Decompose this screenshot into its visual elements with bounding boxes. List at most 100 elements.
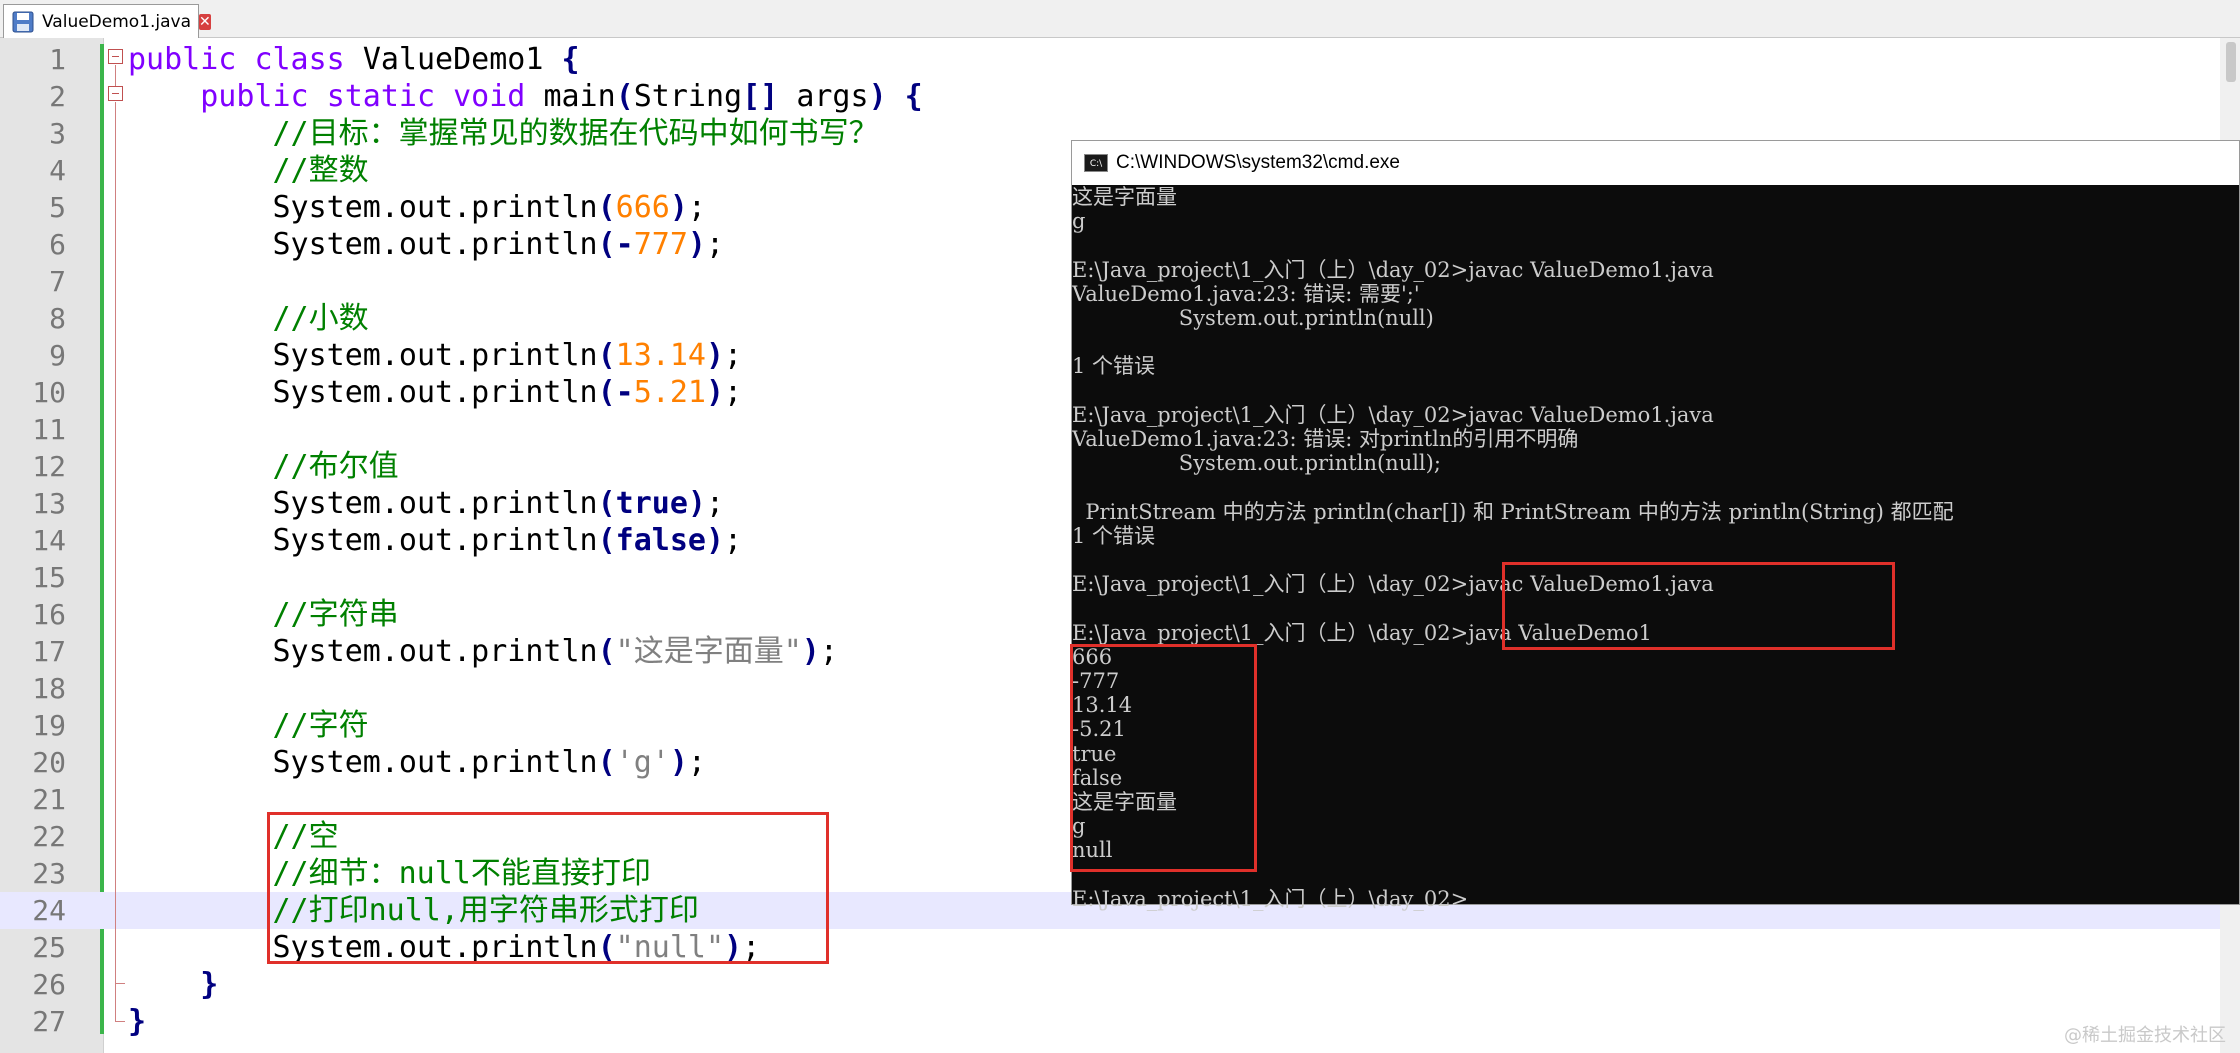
fold-line: [115, 102, 116, 1021]
code-token: System.out.println: [128, 634, 598, 669]
line-number: 10: [32, 376, 66, 409]
line-number: 7: [49, 265, 66, 298]
code-token: main: [543, 79, 616, 114]
line-number: 21: [32, 783, 66, 816]
code-token: //目标：掌握常见的数据在代码中如何书写？: [272, 116, 879, 151]
code-text: }: [128, 966, 218, 1003]
line-number: 19: [32, 709, 66, 742]
code-token: //字符串: [272, 597, 399, 632]
line-number: 26: [32, 968, 66, 1001]
line-number: 12: [32, 450, 66, 483]
code-text: System.out.println('g');: [128, 744, 706, 781]
line-number: 3: [49, 117, 66, 150]
code-token: String: [633, 79, 743, 114]
line-number: 22: [32, 820, 66, 853]
code-token: 777: [633, 227, 688, 262]
cmd-window-title: C:\WINDOWS\system32\cmd.exe: [1116, 152, 1400, 173]
line-number: 11: [32, 413, 66, 446]
file-tab[interactable]: ValueDemo1.java ✕: [3, 4, 211, 38]
code-token: ;: [687, 190, 706, 225]
code-line[interactable]: 1 public class ValueDemo1 {: [0, 41, 2240, 78]
code-token: ): [687, 486, 706, 521]
line-number: 9: [49, 339, 66, 372]
close-icon[interactable]: ✕: [199, 13, 211, 30]
tab-bar: ValueDemo1.java ✕: [0, 0, 2240, 38]
code-token: //布尔值: [272, 449, 399, 484]
code-text: //布尔值: [128, 448, 399, 485]
cmd-line: ValueDemo1.java:23: 错误: 需要';': [1072, 281, 1420, 306]
code-token: []: [742, 79, 797, 114]
line-number: 5: [49, 191, 66, 224]
code-token: ): [687, 227, 706, 262]
fold-line: [115, 65, 116, 86]
code-token: ValueDemo1: [362, 42, 562, 77]
code-token: System.out.println: [128, 375, 598, 410]
code-token: System.out.println: [128, 338, 598, 373]
highlight-box-commands: [1502, 562, 1895, 650]
code-token: (: [597, 634, 616, 669]
line-number: 13: [32, 487, 66, 520]
code-token: System.out.println: [128, 486, 598, 521]
code-token: System.out.println: [128, 227, 598, 262]
scrollbar-thumb[interactable]: [2226, 42, 2236, 82]
cmd-line: ValueDemo1.java:23: 错误: 对println的引用不明确: [1072, 427, 1579, 451]
fold-end-marker: [115, 983, 125, 984]
save-disk-icon: [12, 11, 34, 33]
cmd-window[interactable]: C:\ C:\WINDOWS\system32\cmd.exe 这是字面量 g E:…: [1070, 140, 2240, 911]
cmd-line: 这是字面量: [1072, 185, 1177, 209]
code-line[interactable]: 26 }: [0, 966, 2240, 1003]
code-token: -: [615, 375, 634, 410]
code-token: public: [128, 42, 255, 77]
line-number: 8: [49, 302, 66, 335]
code-token: (: [597, 227, 616, 262]
code-token: (: [597, 338, 616, 373]
code-token: -: [615, 227, 634, 262]
code-text: System.out.println(-777);: [128, 226, 724, 263]
code-token: {: [561, 42, 580, 77]
code-token: void: [453, 79, 544, 114]
code-text: public static void main(String[] args) {: [128, 78, 923, 115]
code-line[interactable]: 2 public static void main(String[] args)…: [0, 78, 2240, 115]
code-text: System.out.println(true);: [128, 485, 724, 522]
code-token: }: [200, 967, 219, 1002]
code-token: 5.21: [633, 375, 706, 410]
code-token: ): [705, 338, 725, 373]
code-token: ;: [687, 745, 706, 780]
code-token: ) {: [868, 79, 923, 114]
code-text: System.out.println(-5.21);: [128, 374, 742, 411]
code-token: ;: [724, 523, 743, 558]
code-token: //整数: [272, 153, 369, 188]
code-token: ): [705, 375, 725, 410]
code-token: "这是字面量": [615, 634, 802, 669]
code-token: (: [597, 745, 616, 780]
cmd-title-bar[interactable]: C:\ C:\WINDOWS\system32\cmd.exe: [1072, 141, 2239, 185]
cmd-line: PrintStream 中的方法 println(char[]) 和 Print…: [1072, 499, 1954, 524]
code-token: }: [128, 1004, 147, 1039]
line-number: 24: [32, 894, 66, 927]
line-number: 18: [32, 672, 66, 705]
code-token: public: [200, 79, 327, 114]
line-number: 25: [32, 931, 66, 964]
cmd-line: System.out.println(null);: [1072, 451, 1441, 476]
code-token: ): [669, 190, 688, 225]
code-token: ): [801, 634, 820, 669]
cmd-line: E:\Java_project\1_入门（上）\day_02>javac Val…: [1072, 402, 1714, 427]
code-text: //字符: [128, 707, 369, 744]
code-text: public class ValueDemo1 {: [128, 41, 580, 78]
code-text: //整数: [128, 152, 369, 189]
fold-toggle-icon[interactable]: [108, 49, 123, 64]
code-token: ;: [724, 338, 743, 373]
fold-toggle-icon[interactable]: [108, 86, 123, 101]
cmd-line: E:\Java_project\1_入门（上）\day_02>javac Val…: [1072, 257, 1714, 282]
code-token: ;: [819, 634, 838, 669]
line-number: 27: [32, 1005, 66, 1038]
code-line[interactable]: 27}: [0, 1003, 2240, 1040]
